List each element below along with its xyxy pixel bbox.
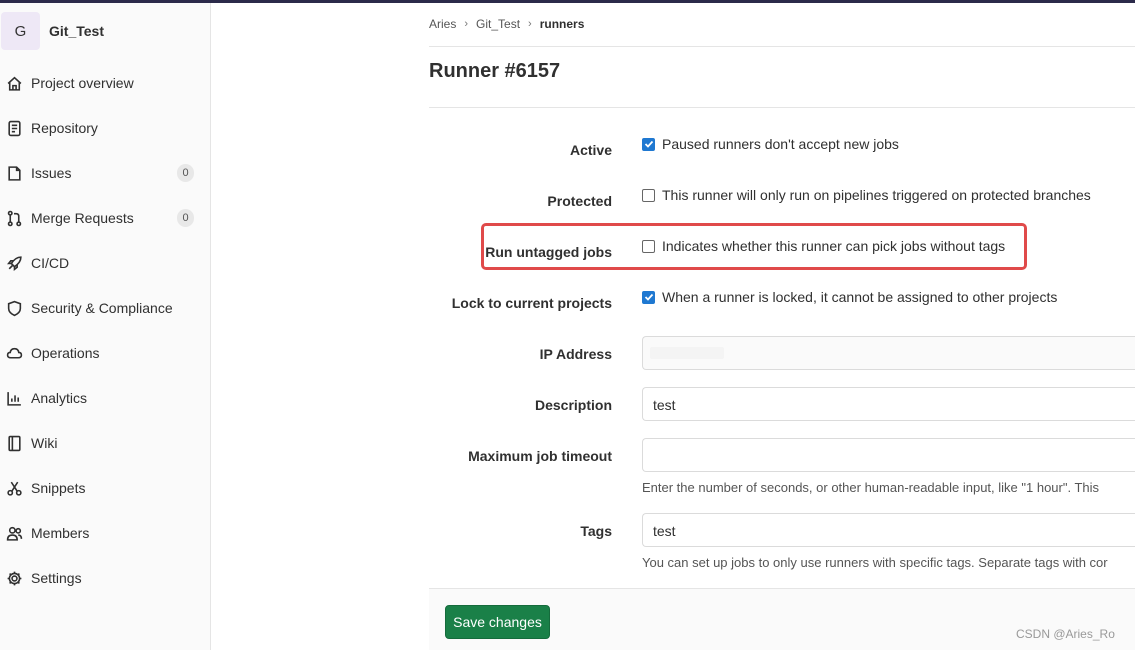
sidebar-item-repository[interactable]: Repository bbox=[0, 105, 210, 150]
sidebar-item-merge-requests[interactable]: Merge Requests 0 bbox=[0, 195, 210, 240]
breadcrumb-item[interactable]: Git_Test bbox=[476, 17, 520, 31]
chart-icon bbox=[5, 389, 23, 407]
timeout-label: Maximum job timeout bbox=[468, 448, 612, 464]
save-changes-button[interactable]: Save changes bbox=[445, 605, 550, 639]
home-icon bbox=[5, 74, 23, 92]
untagged-row: Indicates whether this runner can pick j… bbox=[642, 238, 1005, 254]
active-label: Active bbox=[569, 142, 612, 158]
doc-icon bbox=[5, 119, 23, 137]
sidebar-item-issues[interactable]: Issues 0 bbox=[0, 150, 210, 195]
sidebar-item-security-compliance[interactable]: Security & Compliance bbox=[0, 285, 210, 330]
sidebar-item-label: Wiki bbox=[31, 435, 58, 451]
rocket-icon bbox=[5, 254, 23, 272]
protected-row: This runner will only run on pipelines t… bbox=[642, 187, 1091, 203]
active-checkbox-text: Paused runners don't accept new jobs bbox=[662, 136, 899, 152]
issues-count-badge: 0 bbox=[177, 164, 194, 182]
sidebar-item-ci-cd[interactable]: CI/CD bbox=[0, 240, 210, 285]
shield-icon bbox=[5, 299, 23, 317]
sidebar-item-members[interactable]: Members bbox=[0, 510, 210, 555]
sidebar-item-label: Security & Compliance bbox=[31, 300, 173, 316]
sidebar-item-label: Settings bbox=[31, 570, 82, 586]
protected-checkbox[interactable] bbox=[642, 188, 655, 202]
description-label: Description bbox=[534, 397, 612, 413]
breadcrumb-divider bbox=[429, 46, 1135, 47]
sidebar-item-settings[interactable]: Settings bbox=[0, 555, 210, 600]
active-checkbox[interactable] bbox=[642, 137, 655, 151]
untagged-label: Run untagged jobs bbox=[485, 244, 612, 260]
sidebar-item-label: Merge Requests bbox=[31, 210, 134, 226]
timeout-help: Enter the number of seconds, or other hu… bbox=[642, 480, 1100, 495]
sidebar-item-wiki[interactable]: Wiki bbox=[0, 420, 210, 465]
page-title: Runner #6157 bbox=[429, 60, 561, 82]
breadcrumb-item[interactable]: Aries bbox=[429, 17, 456, 31]
untagged-checkbox[interactable] bbox=[642, 239, 655, 253]
sidebar-item-snippets[interactable]: Snippets bbox=[0, 465, 210, 510]
timeout-input[interactable] bbox=[642, 438, 1135, 472]
sidebar-item-label: Repository bbox=[31, 120, 98, 136]
tags-input[interactable]: test bbox=[642, 513, 1135, 547]
tags-label: Tags bbox=[580, 523, 612, 539]
protected-label: Protected bbox=[547, 193, 612, 209]
locked-row: When a runner is locked, it cannot be as… bbox=[642, 289, 1057, 305]
merge-requests-count-badge: 0 bbox=[177, 209, 194, 227]
locked-checkbox[interactable] bbox=[642, 290, 655, 304]
protected-checkbox-text: This runner will only run on pipelines t… bbox=[662, 187, 1091, 203]
locked-label: Lock to current projects bbox=[451, 295, 612, 311]
sidebar-item-label: Snippets bbox=[31, 480, 86, 496]
sidebar-item-operations[interactable]: Operations bbox=[0, 330, 210, 375]
untagged-checkbox-text: Indicates whether this runner can pick j… bbox=[662, 238, 1006, 254]
merge-icon bbox=[5, 209, 23, 227]
redacted-ip bbox=[650, 347, 724, 359]
users-icon bbox=[5, 524, 23, 542]
sidebar-item-label: CI/CD bbox=[31, 255, 70, 271]
gear-icon bbox=[5, 569, 23, 587]
breadcrumb: Aries › Git_Test › runners bbox=[429, 17, 584, 31]
sidebar: G Git_Test Project overview Repository I… bbox=[0, 3, 211, 650]
sidebar-item-project-overview[interactable]: Project overview bbox=[0, 60, 210, 105]
project-header[interactable]: G Git_Test bbox=[0, 11, 210, 51]
sidebar-nav: Project overview Repository Issues 0 Mer… bbox=[0, 60, 210, 600]
breadcrumb-current[interactable]: runners bbox=[540, 17, 585, 31]
active-row: Paused runners don't accept new jobs bbox=[642, 136, 899, 152]
sidebar-item-analytics[interactable]: Analytics bbox=[0, 375, 210, 420]
sidebar-item-label: Members bbox=[31, 525, 90, 541]
book-icon bbox=[5, 434, 23, 452]
locked-checkbox-text: When a runner is locked, it cannot be as… bbox=[662, 289, 1058, 305]
tags-help: You can set up jobs to only use runners … bbox=[642, 555, 1108, 570]
ip-label: IP Address bbox=[539, 346, 612, 362]
scissors-icon bbox=[5, 479, 23, 497]
description-input[interactable]: test bbox=[642, 387, 1135, 421]
sidebar-item-label: Project overview bbox=[31, 75, 134, 91]
chevron-right-icon: › bbox=[528, 18, 532, 30]
issues-icon bbox=[5, 164, 23, 182]
sidebar-item-label: Analytics bbox=[31, 390, 88, 406]
sidebar-item-label: Operations bbox=[31, 345, 100, 361]
watermark: CSDN @Aries_Ro bbox=[1016, 627, 1115, 641]
project-avatar[interactable]: G bbox=[1, 12, 40, 50]
sidebar-item-label: Issues bbox=[31, 165, 72, 181]
chevron-right-icon: › bbox=[464, 18, 469, 30]
project-name[interactable]: Git_Test bbox=[49, 23, 104, 39]
cloud-icon bbox=[5, 344, 23, 362]
